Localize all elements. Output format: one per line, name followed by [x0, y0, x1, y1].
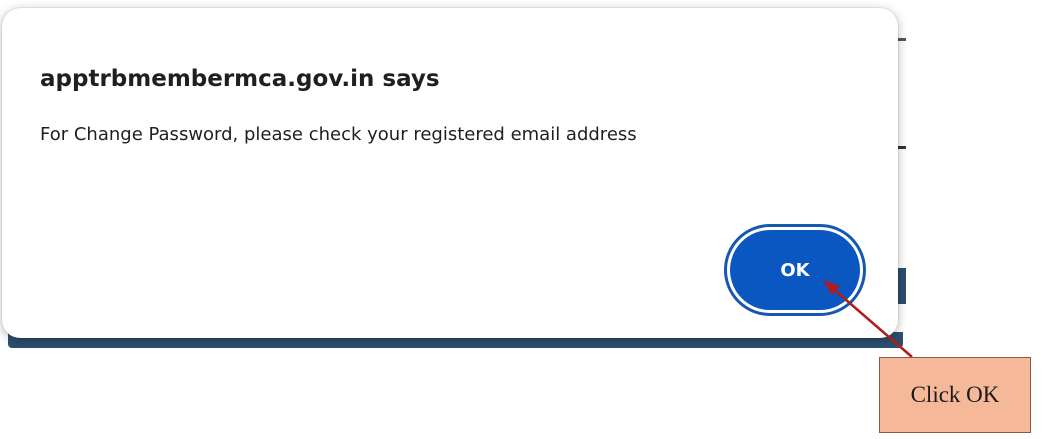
background-page-edge — [898, 268, 906, 304]
background-page-edge — [898, 38, 906, 41]
dialog-message: For Change Password, please check your r… — [40, 124, 637, 145]
background-page-edge — [898, 146, 906, 149]
dialog-title: apptrbmembermca.gov.in says — [40, 66, 440, 92]
annotation-callout: Click OK — [879, 357, 1031, 433]
alert-dialog: apptrbmembermca.gov.in says For Change P… — [2, 8, 898, 338]
callout-label: Click OK — [910, 382, 1000, 407]
ok-button[interactable]: OK — [730, 230, 860, 310]
